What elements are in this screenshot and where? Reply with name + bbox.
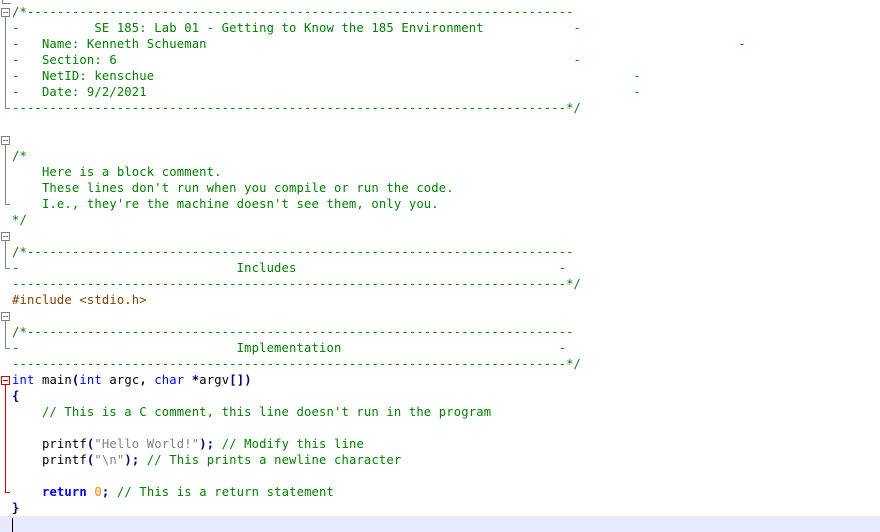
code-token: char — [154, 373, 185, 387]
code-line[interactable]: - NetID: kenschue - — [0, 68, 880, 84]
code-line[interactable]: - Name: Kenneth Schueman - — [0, 36, 880, 52]
code-line[interactable] — [0, 228, 880, 244]
code-line[interactable] — [0, 132, 880, 148]
code-token: - Name: Kenneth Schueman - — [12, 37, 746, 51]
code-line[interactable]: - SE 185: Lab 01 - Getting to Know the 1… — [0, 20, 880, 36]
code-line[interactable]: These lines don't run when you compile o… — [0, 180, 880, 196]
code-token: printf — [12, 453, 87, 467]
code-line[interactable]: return 0; // This is a return statement — [0, 484, 880, 500]
code-line[interactable] — [0, 420, 880, 436]
code-line[interactable]: ----------------------------------------… — [0, 100, 880, 116]
code-token: ); — [124, 453, 140, 467]
code-token: argv — [199, 373, 230, 387]
code-token: - SE 185: Lab 01 - Getting to Know the 1… — [12, 21, 582, 35]
code-line[interactable]: { — [0, 388, 880, 404]
code-token: /* — [12, 149, 27, 163]
code-token: } — [12, 501, 20, 515]
code-line[interactable]: // This is a C comment, this line doesn'… — [0, 404, 880, 420]
code-token: #include <stdio.h> — [12, 293, 147, 307]
code-token: // Modify this line — [214, 437, 364, 451]
code-token: , — [139, 373, 147, 387]
code-line[interactable] — [0, 116, 880, 132]
code-token: int — [12, 373, 35, 387]
code-line[interactable]: */ — [0, 212, 880, 228]
code-line[interactable]: printf("Hello World!"); // Modify this l… — [0, 436, 880, 452]
code-token: []) — [229, 373, 252, 387]
code-token: */ — [12, 213, 27, 227]
code-line[interactable]: } — [0, 500, 880, 516]
code-token: int — [79, 373, 102, 387]
code-line[interactable]: /*--------------------------------------… — [0, 4, 880, 20]
code-line[interactable]: I.e., they're the machine doesn't see th… — [0, 196, 880, 212]
code-lines[interactable]: /* --------------------------------------… — [0, 4, 880, 532]
code-token: I.e., they're the machine doesn't see th… — [12, 197, 439, 211]
code-token: argc — [101, 373, 140, 387]
code-line[interactable]: - Implementation - — [0, 340, 880, 356]
code-token: /*--------------------------------------… — [12, 245, 574, 259]
code-token: 0 — [94, 485, 102, 499]
code-token: - Includes - — [12, 261, 567, 275]
code-line[interactable]: ----------------------------------------… — [0, 356, 880, 372]
code-line[interactable] — [0, 516, 880, 532]
code-token: /*--------------------------------------… — [12, 325, 574, 339]
code-token: - NetID: kenschue - — [12, 69, 641, 83]
code-token: ----------------------------------------… — [12, 101, 582, 115]
code-line[interactable]: /* — [0, 148, 880, 164]
code-editor[interactable]: /* --------------------------------------… — [0, 0, 880, 532]
code-token: main — [34, 373, 72, 387]
code-token: { — [12, 389, 20, 403]
code-token: - Date: 9/2/2021 - — [12, 85, 641, 99]
code-token: Here is a block comment. — [12, 165, 222, 179]
code-token: return — [41, 485, 87, 499]
code-line[interactable]: ----------------------------------------… — [0, 276, 880, 292]
code-token: "Hello World!" — [94, 437, 200, 451]
code-token: // This prints a newline character — [139, 453, 402, 467]
code-token: /*--------------------------------------… — [12, 5, 574, 19]
code-token: - Section: 6 - — [12, 53, 582, 67]
code-line[interactable]: /*--------------------------------------… — [0, 244, 880, 260]
code-line[interactable]: - Date: 9/2/2021 - — [0, 84, 880, 100]
code-token: These lines don't run when you compile o… — [12, 181, 454, 195]
code-line[interactable]: - Section: 6 - — [0, 52, 880, 68]
code-token: printf — [12, 437, 87, 451]
code-token: - Implementation - — [12, 341, 567, 355]
code-line[interactable]: Here is a block comment. — [0, 164, 880, 180]
code-token: "\n" — [94, 453, 125, 467]
code-line[interactable]: printf("\n"); // This prints a newline c… — [0, 452, 880, 468]
code-token: ----------------------------------------… — [12, 357, 582, 371]
code-line[interactable]: int main(int argc, char *argv[]) — [0, 372, 880, 388]
code-line[interactable] — [0, 308, 880, 324]
code-line[interactable] — [0, 468, 880, 484]
code-line[interactable]: #include <stdio.h> — [0, 292, 880, 308]
code-line[interactable]: - Includes - — [0, 260, 880, 276]
code-token: ); — [199, 437, 215, 451]
code-token: // This is a return statement — [109, 485, 335, 499]
code-line[interactable]: /*--------------------------------------… — [0, 324, 880, 340]
code-token: // This is a C comment, this line doesn'… — [12, 405, 492, 419]
text-caret — [12, 517, 13, 532]
code-token: ----------------------------------------… — [12, 277, 582, 291]
